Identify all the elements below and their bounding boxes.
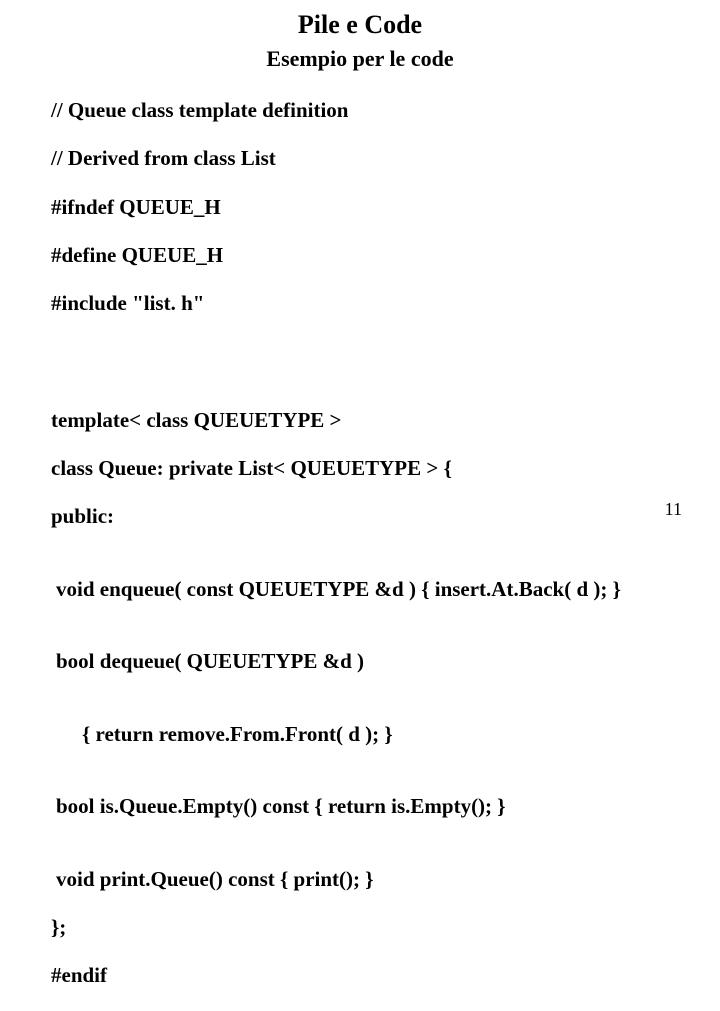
code-line: #ifndef QUEUE_H [51,195,221,219]
code-line: class Queue: private List< QUEUETYPE > { [51,456,452,480]
code-line: bool dequeue( QUEUETYPE &d ) [30,649,690,673]
code-line: void print.Queue() const { print(); } [30,867,690,891]
code-block: // Queue class template definition // De… [30,74,690,1011]
code-line: template< class QUEUETYPE > [51,408,342,432]
code-line: { return remove.From.Front( d ); } [30,722,690,746]
code-line: // Queue class template definition [51,98,349,122]
slide: Pile e Code Esempio per le code // Queue… [0,0,720,540]
code-line: bool is.Queue.Empty() const { return is.… [30,794,690,818]
slide-title: Pile e Code [30,10,690,40]
code-line: void enqueue( const QUEUETYPE &d ) { ins… [30,577,690,601]
code-line: #endif [51,963,107,987]
page-number: 11 [665,499,682,520]
code-line: #include "list. h" [51,291,204,315]
code-line: #define QUEUE_H [51,243,223,267]
code-line: // Derived from class List [51,146,276,170]
code-line: }; [51,915,66,939]
slide-subtitle: Esempio per le code [30,46,690,72]
code-line: public: [51,504,114,528]
